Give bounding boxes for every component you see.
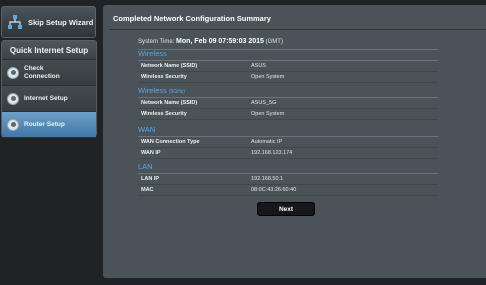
- skip-setup-wizard-button[interactable]: Skip Setup Wizard: [1, 6, 96, 38]
- row-value: 192.168.123.174: [251, 150, 293, 156]
- section-wan: WAN WAN Connection Type Automatic IP WAN…: [138, 124, 438, 159]
- section-title: LAN: [138, 162, 153, 171]
- section-title: Wireless (5GHz): [138, 86, 185, 95]
- row-value: ASUS_5G: [251, 100, 277, 106]
- system-time-label: System Time:: [138, 39, 175, 45]
- row-value: 08:0C:43:26:60:40: [251, 187, 297, 193]
- sidebar-item-label: Router Setup: [24, 120, 65, 128]
- system-time: System Time: Mon, Feb 09 07:59:03 2015 (…: [138, 38, 283, 45]
- summary-row: Network Name (SSID) ASUS: [138, 61, 438, 72]
- quick-internet-setup-panel: Quick Internet Setup Check Connection In…: [1, 40, 97, 138]
- radio-dot-icon: [7, 66, 19, 79]
- sidebar-item-internet-setup[interactable]: Internet Setup: [2, 86, 96, 112]
- summary-panel: Completed Network Configuration Summary …: [103, 5, 486, 278]
- row-key: Network Name (SSID): [141, 63, 198, 69]
- summary-row: LAN IP 192.168.50.1: [138, 174, 438, 185]
- row-value: ASUS: [251, 63, 266, 69]
- summary-row: WAN Connection Type Automatic IP: [138, 137, 438, 148]
- quick-internet-setup-title: Quick Internet Setup: [2, 41, 96, 60]
- sidebar-item-router-setup[interactable]: Router Setup: [2, 112, 96, 138]
- row-key: MAC: [141, 187, 154, 193]
- section-title: WAN: [138, 125, 156, 134]
- skip-setup-wizard-label: Skip Setup Wizard: [28, 17, 94, 27]
- row-value: Open System: [251, 111, 285, 117]
- row-key: WAN IP: [141, 150, 161, 156]
- section-wireless: Wireless Network Name (SSID) ASUS Wirele…: [138, 48, 438, 83]
- sidebar-item-label: Check Connection: [24, 65, 60, 80]
- system-time-value: Mon, Feb 09 07:59:03 2015: [176, 38, 264, 45]
- row-value: Automatic IP: [251, 139, 283, 145]
- system-time-zone: (GMT): [265, 39, 283, 45]
- summary-row: Wireless Security Open System: [138, 109, 438, 120]
- sidebar-item-check-connection[interactable]: Check Connection: [2, 60, 96, 86]
- row-key: LAN IP: [141, 176, 160, 182]
- next-button[interactable]: Next: [257, 202, 315, 216]
- row-key: Network Name (SSID): [141, 100, 198, 106]
- sidebar: Skip Setup Wizard Quick Internet Setup C…: [0, 0, 98, 285]
- summary-row: Wireless Security Open System: [138, 72, 438, 83]
- section-wireless-5ghz: Wireless (5GHz) Network Name (SSID) ASUS…: [138, 85, 438, 120]
- summary-row: WAN IP 192.168.123.174: [138, 148, 438, 159]
- page-title: Completed Network Configuration Summary: [113, 14, 271, 23]
- row-key: Wireless Security: [141, 111, 187, 117]
- section-title: Wireless: [138, 49, 167, 58]
- divider: [109, 29, 486, 30]
- network-icon: [8, 15, 22, 29]
- section-lan: LAN LAN IP 192.168.50.1 MAC 08:0C:43:26:…: [138, 161, 438, 196]
- row-value: 192.168.50.1: [251, 176, 284, 182]
- radio-dot-icon: [7, 118, 19, 131]
- row-key: WAN Connection Type: [141, 139, 200, 145]
- radio-dot-icon: [7, 92, 19, 105]
- row-key: Wireless Security: [141, 74, 187, 80]
- row-value: Open System: [251, 74, 285, 80]
- summary-row: Network Name (SSID) ASUS_5G: [138, 98, 438, 109]
- summary-row: MAC 08:0C:43:26:60:40: [138, 185, 438, 196]
- sidebar-item-label: Internet Setup: [24, 94, 68, 102]
